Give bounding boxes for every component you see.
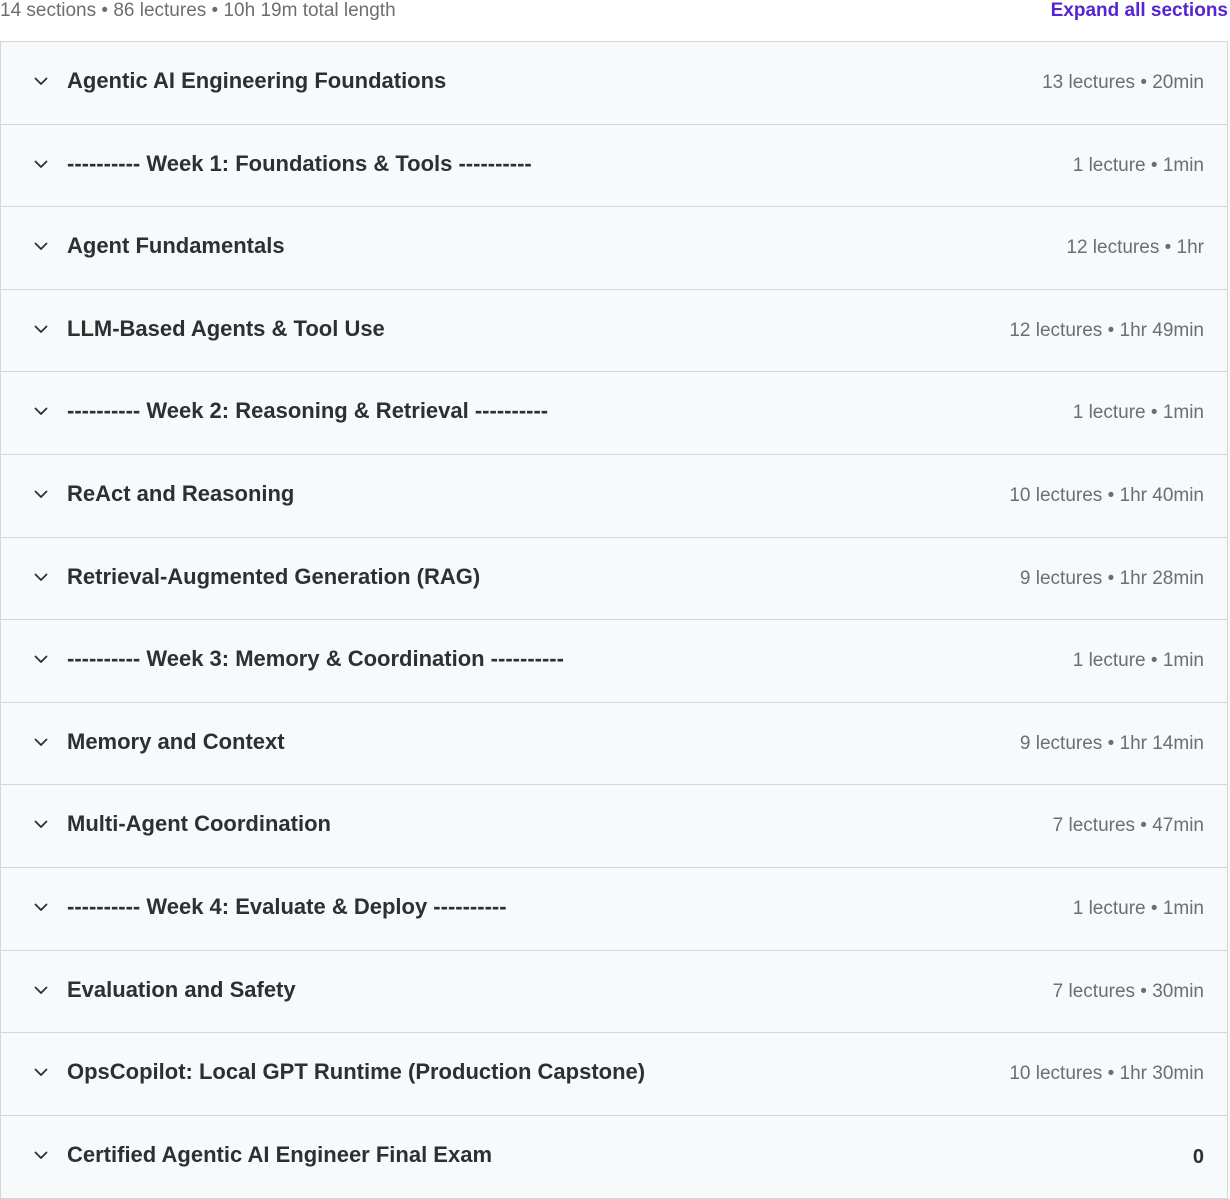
section-meta: 7 lectures • 47min bbox=[1052, 815, 1204, 837]
chevron-down-icon[interactable] bbox=[32, 981, 50, 999]
section-title: LLM-Based Agents & Tool Use bbox=[67, 315, 385, 341]
section-meta: 1 lecture • 1min bbox=[1072, 650, 1204, 672]
chevron-down-icon[interactable] bbox=[32, 1063, 50, 1081]
chevron-down-icon[interactable] bbox=[32, 237, 50, 255]
section-meta: 10 lectures • 1hr 30min bbox=[1009, 1063, 1204, 1085]
section-title: Certified Agentic AI Engineer Final Exam bbox=[67, 1141, 493, 1167]
chevron-down-icon[interactable] bbox=[32, 815, 50, 833]
section-title: ---------- Week 4: Evaluate & Deploy ---… bbox=[67, 893, 507, 919]
section-title: ---------- Week 2: Reasoning & Retrieval… bbox=[67, 398, 549, 424]
section-meta: 1 lecture • 1min bbox=[1072, 897, 1204, 919]
expand-all-sections-button[interactable]: Expand all sections bbox=[1051, 0, 1228, 24]
section-row-5[interactable]: ---------- Week 2: Reasoning & Retrieval… bbox=[1, 372, 1227, 455]
section-row-1[interactable]: Agentic AI Engineering Foundations 13 le… bbox=[1, 42, 1227, 125]
section-row-4[interactable]: LLM-Based Agents & Tool Use 12 lectures … bbox=[1, 289, 1227, 373]
chevron-down-icon[interactable] bbox=[32, 733, 50, 751]
section-title: ---------- Week 3: Memory & Coordination… bbox=[67, 646, 564, 672]
section-meta: 9 lectures • 1hr 14min bbox=[1019, 732, 1204, 754]
chevron-down-icon[interactable] bbox=[32, 155, 50, 173]
chevron-down-icon[interactable] bbox=[32, 568, 50, 586]
section-row-2[interactable]: ---------- Week 1: Foundations & Tools -… bbox=[1, 124, 1227, 208]
chevron-down-icon[interactable] bbox=[32, 898, 50, 916]
section-title: Multi-Agent Coordination bbox=[67, 811, 331, 837]
section-meta: 1 lecture • 1min bbox=[1072, 402, 1204, 424]
section-meta: 7 lectures • 30min bbox=[1052, 980, 1204, 1002]
chevron-down-icon[interactable] bbox=[32, 1146, 50, 1164]
section-meta: 12 lectures • 1hr 49min bbox=[1009, 319, 1204, 341]
section-row-11[interactable]: ---------- Week 4: Evaluate & Deploy ---… bbox=[1, 867, 1227, 951]
section-meta: 12 lectures • 1hr bbox=[1066, 237, 1204, 259]
section-meta: 9 lectures • 1hr 28min bbox=[1019, 567, 1204, 589]
section-row-6[interactable]: ReAct and Reasoning 10 lectures • 1hr 40… bbox=[1, 454, 1227, 538]
section-title: ReAct and Reasoning bbox=[67, 480, 295, 506]
section-row-8[interactable]: ---------- Week 3: Memory & Coordination… bbox=[1, 620, 1227, 703]
section-meta: 1 lecture • 1min bbox=[1072, 154, 1204, 176]
chevron-down-icon[interactable] bbox=[32, 485, 50, 503]
section-meta: 0 bbox=[1192, 1145, 1204, 1168]
section-row-7[interactable]: Retrieval-Augmented Generation (RAG) 9 l… bbox=[1, 537, 1227, 621]
chevron-down-icon[interactable] bbox=[32, 402, 50, 420]
section-title: Retrieval-Augmented Generation (RAG) bbox=[67, 563, 481, 589]
section-row-9[interactable]: Memory and Context 9 lectures • 1hr 14mi… bbox=[1, 702, 1227, 786]
section-title: OpsCopilot: Local GPT Runtime (Productio… bbox=[67, 1059, 646, 1085]
section-row-10[interactable]: Multi-Agent Coordination 7 lectures • 47… bbox=[1, 785, 1227, 868]
chevron-down-icon[interactable] bbox=[32, 650, 50, 668]
section-row-12[interactable]: Evaluation and Safety 7 lectures • 30min bbox=[1, 950, 1227, 1034]
section-title: Agentic AI Engineering Foundations bbox=[67, 68, 447, 93]
section-title: ---------- Week 1: Foundations & Tools -… bbox=[67, 150, 532, 176]
section-row-14[interactable]: Certified Agentic AI Engineer Final Exam… bbox=[1, 1115, 1227, 1199]
curriculum-summary-bar: 14 sections • 86 lectures • 10h 19m tota… bbox=[0, 0, 1230, 40]
curriculum-section-list: Agentic AI Engineering Foundations 13 le… bbox=[0, 41, 1228, 1199]
section-meta: 10 lectures • 1hr 40min bbox=[1009, 484, 1204, 506]
section-title: Memory and Context bbox=[67, 728, 285, 754]
section-meta: 13 lectures • 20min bbox=[1042, 72, 1204, 93]
section-title: Agent Fundamentals bbox=[67, 233, 285, 259]
curriculum-summary: 14 sections • 86 lectures • 10h 19m tota… bbox=[0, 0, 396, 21]
chevron-down-icon[interactable] bbox=[32, 320, 50, 338]
chevron-down-icon[interactable] bbox=[32, 72, 50, 90]
section-title: Evaluation and Safety bbox=[67, 976, 296, 1002]
section-row-3[interactable]: Agent Fundamentals 12 lectures • 1hr bbox=[1, 207, 1227, 290]
section-row-13[interactable]: OpsCopilot: Local GPT Runtime (Productio… bbox=[1, 1033, 1227, 1116]
